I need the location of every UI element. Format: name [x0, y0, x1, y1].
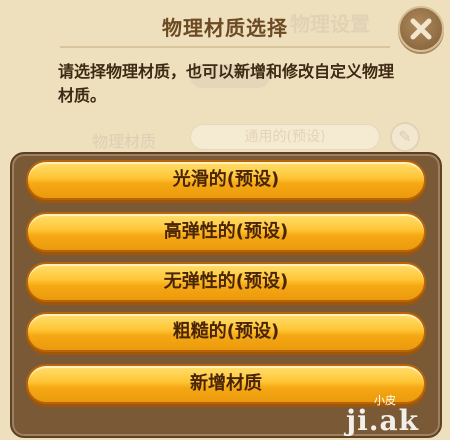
material-select-dialog: 物理材质选择 请选择物理材质，也可以新增和修改自定义物理材质。 光滑的(预设) …: [0, 0, 450, 440]
watermark-logo-text: ji.ak: [346, 404, 420, 437]
option-rough-button[interactable]: 粗糙的(预设): [26, 312, 426, 352]
dialog-header: 物理材质选择: [60, 0, 390, 50]
dialog-title: 物理材质选择: [162, 16, 288, 40]
close-button[interactable]: [398, 6, 444, 52]
instruction-text: 请选择物理材质，也可以新增和修改自定义物理材质。: [58, 62, 395, 105]
title-divider: [60, 46, 390, 48]
close-x-icon: [410, 18, 432, 40]
option-smooth-button[interactable]: 光滑的(预设): [26, 160, 426, 200]
option-no-elastic-button[interactable]: 无弹性的(预设): [26, 262, 426, 302]
option-high-elastic-button[interactable]: 高弹性的(预设): [26, 212, 426, 252]
watermark: 小皮 ji.ak: [346, 392, 446, 437]
